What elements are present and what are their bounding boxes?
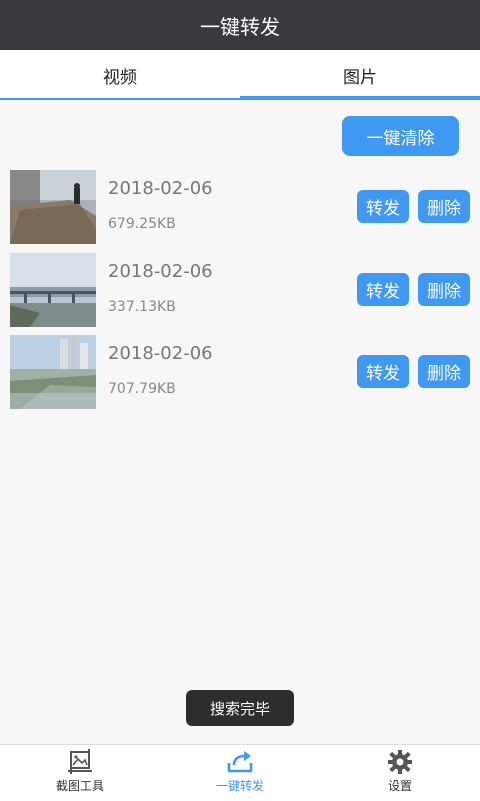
bottom-navigation: 截图工具 一键转发 设置: [0, 744, 480, 801]
item-size: 707.79KB: [108, 381, 176, 397]
item-size: 679.25KB: [108, 216, 176, 232]
image-crop-icon: [68, 749, 92, 774]
gear-icon: [388, 750, 412, 774]
image-thumbnail[interactable]: [10, 170, 96, 244]
item-date: 2018-02-06: [108, 343, 213, 364]
item-date: 2018-02-06: [108, 178, 213, 199]
nav-label: 设置: [387, 779, 412, 793]
page-title: 一键转发: [200, 14, 280, 39]
clear-all-button[interactable]: 一键清除: [342, 116, 459, 156]
image-thumbnail[interactable]: [10, 335, 96, 409]
toast-text: 搜索完毕: [209, 699, 270, 718]
forward-button[interactable]: 转发: [357, 355, 409, 388]
share-forward-icon: [227, 751, 253, 773]
tab-bar: 视频 图片: [0, 50, 480, 100]
nav-label: 一键转发: [215, 779, 264, 793]
toast-message: 搜索完毕: [186, 690, 294, 726]
item-date: 2018-02-06: [108, 261, 213, 282]
clear-all-label: 一键清除: [366, 128, 435, 149]
list-item: 2018-02-06 679.25KB 转发 删除: [0, 170, 480, 246]
item-size: 337.13KB: [108, 299, 176, 315]
image-thumbnail[interactable]: [10, 253, 96, 327]
tab-video[interactable]: 视频: [0, 50, 240, 100]
list-item: 2018-02-06 707.79KB 转发 删除: [0, 335, 480, 411]
list-item: 2018-02-06 337.13KB 转发 删除: [0, 253, 480, 329]
forward-button[interactable]: 转发: [357, 190, 409, 223]
delete-button[interactable]: 删除: [418, 190, 470, 223]
tab-video-label: 视频: [103, 67, 137, 88]
title-bar: 一键转发: [0, 0, 480, 50]
nav-label: 截图工具: [55, 779, 104, 793]
nav-screenshot-tool[interactable]: 截图工具: [0, 745, 160, 801]
nav-one-key-forward[interactable]: 一键转发: [160, 745, 320, 801]
forward-button[interactable]: 转发: [357, 273, 409, 306]
delete-button[interactable]: 删除: [418, 355, 470, 388]
tab-baseline: [0, 98, 240, 100]
nav-settings[interactable]: 设置: [320, 745, 480, 801]
tab-image[interactable]: 图片: [240, 50, 480, 100]
tab-image-label: 图片: [343, 67, 377, 88]
delete-button[interactable]: 删除: [418, 273, 470, 306]
active-tab-indicator: [240, 96, 480, 100]
